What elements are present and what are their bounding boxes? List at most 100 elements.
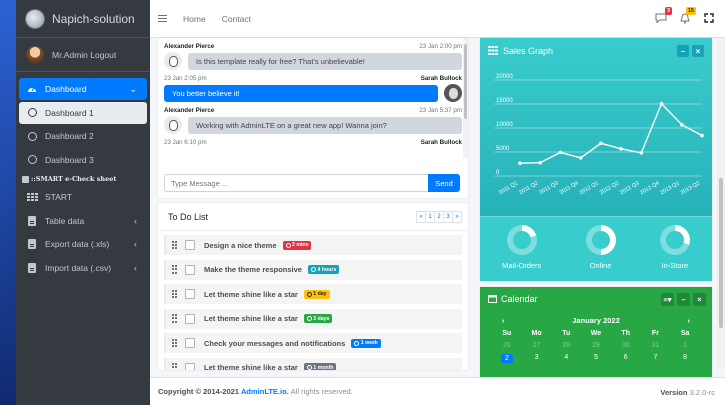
calendar-day[interactable]: 7 [641, 354, 671, 363]
chat-scrollbar[interactable] [463, 38, 468, 158]
sidebar-item-dashboard-2[interactable]: Dashboard 2 [19, 125, 147, 147]
chat-timestamp: 23 Jan 2:00 pm [419, 43, 462, 50]
todo-checkbox[interactable] [185, 338, 195, 348]
menu-dropdown-button[interactable]: ≡▾ [661, 293, 674, 306]
sidebar-item-dashboard-1[interactable]: Dashboard 1 [19, 101, 147, 124]
data-point[interactable] [558, 150, 563, 155]
table-icon [22, 175, 29, 183]
todo-checkbox[interactable] [185, 240, 195, 250]
calendar-day[interactable]: 1 [670, 342, 700, 349]
drag-handle-icon[interactable] [172, 363, 177, 370]
minus-icon[interactable]: – [677, 45, 689, 57]
prev-month-icon[interactable]: ‹ [502, 316, 505, 325]
calendar-day[interactable]: 4 [551, 354, 581, 363]
sidebar-item-table-data[interactable]: Table data ‹ [19, 210, 147, 232]
data-point[interactable] [659, 101, 664, 106]
calendar-day[interactable]: 26 [492, 342, 522, 349]
send-button[interactable]: Send [428, 174, 460, 192]
todo-checkbox[interactable] [185, 264, 195, 275]
fullscreen-icon[interactable] [703, 12, 715, 24]
chat-author: Alexander Pierce [164, 43, 215, 50]
x-tick-label: 2013 Q1 [659, 181, 680, 197]
chat-message-meta: Alexander Pierce 23 Jan 2:00 pm [158, 43, 468, 50]
chat-message: Working with AdminLTE on a great new app… [158, 116, 468, 134]
sidebar-item-label: Export data (.xls) [45, 239, 110, 249]
x-tick-label: 2011 Q3 [539, 181, 560, 197]
drag-handle-icon[interactable] [172, 265, 177, 274]
drag-handle-icon[interactable] [172, 240, 177, 250]
sidebar-section-label: ::SMART e-Check sheet [31, 175, 117, 183]
todo-item: Let theme shine like a star 3 days [164, 308, 462, 329]
calendar-day[interactable]: 6 [611, 354, 641, 363]
data-point[interactable] [679, 122, 684, 127]
sidebar-item-dashboard-3[interactable]: Dashboard 3 [19, 149, 147, 171]
close-icon[interactable]: × [692, 45, 704, 57]
messages-icon[interactable]: 3 [655, 7, 672, 24]
calendar-week: 2345678 [480, 354, 712, 363]
sidebar-item-export[interactable]: Export data (.xls) ‹ [19, 233, 147, 255]
footer-rights: All rights reserved. [290, 387, 353, 396]
page-next[interactable]: » [452, 211, 462, 223]
todo-time-badge: 1 month [303, 363, 337, 370]
menu-toggle-icon[interactable] [158, 15, 167, 22]
sidebar-item-import[interactable]: Import data (.csv) ‹ [19, 257, 147, 279]
data-point[interactable] [538, 160, 543, 165]
clock-icon [285, 242, 291, 248]
page-scrollbar[interactable] [717, 38, 725, 367]
calendar-day[interactable]: 29 [581, 342, 611, 349]
calendar-day[interactable]: 5 [581, 354, 611, 363]
calendar-day[interactable]: 3 [522, 354, 552, 363]
user-avatar [26, 45, 44, 64]
knob-in-store: In-Store [659, 225, 690, 270]
todo-time-badge: 1 day [303, 289, 330, 299]
data-point[interactable] [599, 141, 603, 146]
next-month-icon[interactable]: › [687, 316, 690, 325]
sidebar-item-dashboard[interactable]: Dashboard ⌄ [19, 78, 147, 100]
todo-text: Make the theme responsive [204, 265, 302, 274]
data-point[interactable] [639, 151, 644, 155]
calendar-day[interactable]: 30 [611, 342, 641, 349]
data-point[interactable] [700, 133, 704, 138]
minus-icon[interactable]: – [677, 293, 690, 306]
nav-home-link[interactable]: Home [183, 14, 206, 24]
file-icon [27, 215, 37, 226]
nav-contact-link[interactable]: Contact [222, 14, 251, 24]
bell-icon[interactable]: 15 [679, 7, 696, 24]
calendar-day[interactable]: 31 [641, 342, 671, 349]
calendar-title: Calendar [501, 294, 538, 304]
brand-link[interactable]: Napich-solution [16, 0, 150, 38]
sidebar-section-header: ::SMART e-Check sheet [19, 172, 147, 186]
knob-label: Online [589, 261, 612, 270]
calendar-day[interactable]: 2 [492, 354, 522, 363]
sidebar-item-label: Import data (.csv) [45, 262, 112, 273]
todo-checkbox[interactable] [185, 313, 195, 324]
chat-author: Alexander Pierce [164, 107, 215, 114]
calendar-day[interactable]: 28 [551, 342, 581, 349]
data-point[interactable] [518, 161, 522, 166]
todo-badge-label: 1 week [360, 340, 378, 346]
todo-card: To Do List « 1 2 3 » Design a nice theme… [158, 203, 468, 370]
version-number: 3.2.0-rc [689, 388, 715, 397]
sidebar-item-start[interactable]: START [19, 186, 147, 208]
calendar-day[interactable]: 27 [522, 342, 552, 349]
sidebar-item-label: Table data [45, 215, 85, 226]
calendar-day[interactable]: 8 [670, 354, 700, 363]
user-panel[interactable]: Mr.Admin Logout [16, 38, 150, 72]
todo-checkbox[interactable] [185, 362, 195, 370]
footer-link[interactable]: AdminLTE.io. [241, 387, 289, 396]
close-icon[interactable]: × [693, 293, 706, 306]
sidebar-item-label: Dashboard 1 [45, 107, 94, 118]
todo-badge-label: 1 day [313, 291, 327, 297]
todo-time-badge: 1 week [351, 338, 381, 348]
drag-handle-icon[interactable] [172, 289, 177, 299]
drag-handle-icon[interactable] [172, 314, 177, 323]
chat-message-input[interactable] [164, 174, 428, 192]
drag-handle-icon[interactable] [172, 338, 177, 348]
data-point[interactable] [619, 146, 623, 151]
sales-graph-card: Sales Graph – × 20000 15000 10000 5000 0 2011… [480, 38, 712, 281]
data-point[interactable] [578, 156, 583, 160]
sidebar-item-label: Dashboard 2 [45, 131, 94, 141]
calendar-weekdays: Su Mo Tu We Th Fr Sa [480, 330, 712, 337]
user-logout-link[interactable]: Mr.Admin Logout [52, 50, 116, 60]
todo-checkbox[interactable] [185, 289, 195, 299]
